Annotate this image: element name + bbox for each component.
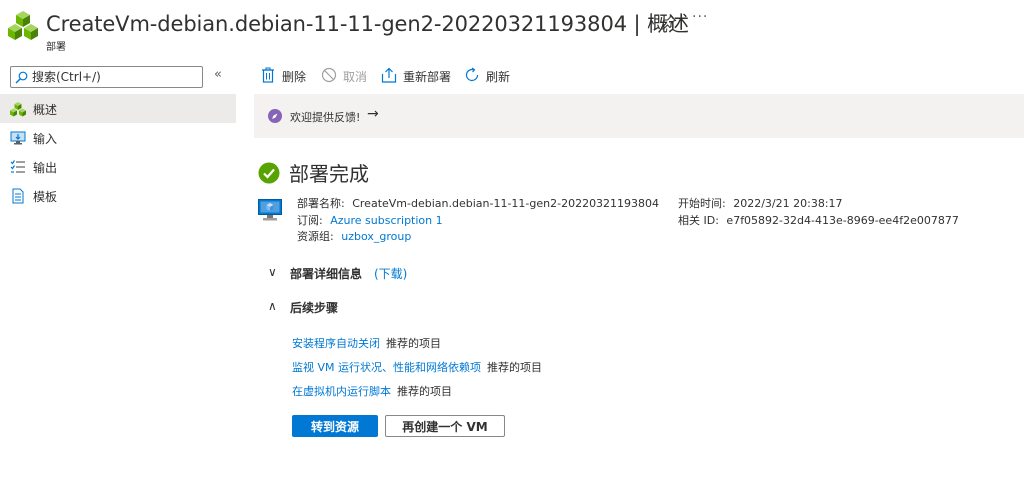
go-to-resource-button[interactable]: 转到资源 xyxy=(292,415,378,437)
input-monitor-icon xyxy=(10,131,26,145)
step-link[interactable]: 监视 VM 运行状况、性能和网络依赖项 xyxy=(292,361,481,374)
redeploy-label: 重新部署 xyxy=(403,70,452,84)
cancel-icon xyxy=(321,67,337,83)
sidebar-item-output[interactable]: 输出 xyxy=(0,152,236,181)
start-time-label: 开始时间: xyxy=(678,197,726,210)
step-link[interactable]: 安装程序自动关闭 xyxy=(292,337,380,350)
search-box[interactable] xyxy=(10,66,203,88)
delete-label: 删除 xyxy=(282,70,307,84)
rocket-icon xyxy=(268,109,282,123)
recommended-label: 推荐的项目 xyxy=(487,361,543,374)
list-item: 在虚拟机内运行脚本 推荐的项目 xyxy=(292,380,542,404)
correlation-id-value: e7f05892-32d4-413e-8969-ee4f2e007877 xyxy=(726,213,959,227)
trash-icon xyxy=(262,67,274,83)
resource-group-label: 资源组: xyxy=(297,230,334,243)
sidebar-item-label: 输入 xyxy=(33,132,58,146)
output-list-icon xyxy=(10,160,25,173)
feedback-banner[interactable]: 欢迎提供反馈! → xyxy=(254,94,1024,138)
list-item: 安装程序自动关闭 推荐的项目 xyxy=(292,332,542,356)
sidebar-item-template[interactable]: 模板 xyxy=(0,181,236,210)
subscription-row: 订阅: Azure subscription 1 xyxy=(297,213,659,230)
overview-cubes-icon xyxy=(10,102,26,117)
arrow-right-icon: → xyxy=(367,106,379,122)
deployment-name-row: 部署名称: CreateVm-debian.debian-11-11-gen2-… xyxy=(297,196,659,213)
correlation-id-label: 相关 ID: xyxy=(678,213,719,227)
recommended-label: 推荐的项目 xyxy=(386,337,441,350)
next-steps-title: 后续步骤 xyxy=(290,301,339,315)
subscription-link[interactable]: Azure subscription 1 xyxy=(330,214,442,227)
deployment-name-label: 部署名称: xyxy=(297,197,345,210)
more-options-button[interactable]: ··· xyxy=(692,9,708,25)
resource-group-row: 资源组: uzbox_group xyxy=(297,229,659,246)
subscription-label: 订阅: xyxy=(297,213,323,227)
feedback-text: 欢迎提供反馈! xyxy=(290,111,361,124)
refresh-icon xyxy=(465,67,479,82)
sidebar-item-overview[interactable]: 概述 xyxy=(0,94,236,123)
start-time-row: 开始时间: 2022/3/21 20:38:17 xyxy=(678,196,959,213)
vm-monitor-icon xyxy=(258,199,282,221)
deployment-details: 部署名称: CreateVm-debian.debian-11-11-gen2-… xyxy=(297,196,659,246)
cancel-label: 取消 xyxy=(343,70,368,84)
search-icon xyxy=(15,71,28,84)
pin-icon[interactable] xyxy=(661,14,677,30)
step-link[interactable]: 在虚拟机内运行脚本 xyxy=(292,385,391,398)
sidebar-item-label: 模板 xyxy=(33,190,58,204)
sidebar-item-label: 概述 xyxy=(33,103,58,117)
template-doc-icon xyxy=(12,188,24,204)
next-steps-list: 安装程序自动关闭 推荐的项目 监视 VM 运行状况、性能和网络依赖项 推荐的项目 在… xyxy=(292,332,542,404)
upload-icon xyxy=(381,67,397,83)
correlation-id-row: 相关 ID: e7f05892-32d4-413e-8969-ee4f2e007… xyxy=(678,213,959,230)
deployment-details-title: 部署详细信息 xyxy=(290,267,363,281)
success-check-icon xyxy=(258,162,280,184)
refresh-label: 刷新 xyxy=(486,70,511,84)
page-title: CreateVm-debian.debian-11-11-gen2-202203… xyxy=(46,12,689,36)
page-header: CreateVm-debian.debian-11-11-gen2-202203… xyxy=(0,0,1024,58)
deployment-name-value: CreateVm-debian.debian-11-11-gen2-202203… xyxy=(352,197,660,210)
deployment-meta: 开始时间: 2022/3/21 20:38:17 相关 ID: e7f05892… xyxy=(678,196,959,229)
sidebar: « 概述 输入 xyxy=(0,58,236,498)
create-another-vm-button[interactable]: 再创建一个 VM xyxy=(385,415,505,437)
recommended-label: 推荐的项目 xyxy=(397,385,452,398)
status-title: 部署完成 xyxy=(289,162,369,186)
download-link[interactable]: (下载) xyxy=(374,265,407,282)
sidebar-item-label: 输出 xyxy=(33,161,58,175)
list-item: 监视 VM 运行状况、性能和网络依赖项 推荐的项目 xyxy=(292,356,542,380)
search-input[interactable] xyxy=(32,69,198,85)
sidebar-nav: 概述 输入 输出 模板 xyxy=(0,94,236,210)
chevron-up-icon: ∧ xyxy=(268,299,277,313)
collapse-sidebar-button[interactable]: « xyxy=(214,67,222,82)
sidebar-item-input[interactable]: 输入 xyxy=(0,123,236,152)
page-subtitle: 部署 xyxy=(46,42,66,53)
chevron-down-icon: ∨ xyxy=(268,265,277,279)
resource-group-link[interactable]: uzbox_group xyxy=(341,230,411,243)
deployment-cubes-icon xyxy=(8,11,38,40)
start-time-value: 2022/3/21 20:38:17 xyxy=(733,197,843,210)
